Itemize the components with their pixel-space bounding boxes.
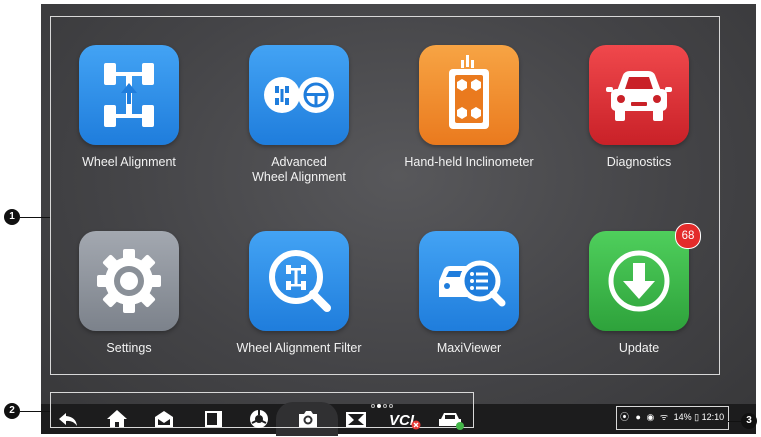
app-label-line-2: Wheel Alignment (252, 170, 346, 184)
alignment-filter-icon (249, 231, 349, 331)
vci-manager-icon[interactable] (151, 406, 177, 432)
app-wheel-alignment-filter[interactable]: Wheel Alignment Filter (224, 231, 374, 356)
app-label-line-1: Advanced (271, 155, 327, 169)
update-count-badge: 68 (675, 223, 701, 249)
wheel-alignment-icon (79, 45, 179, 145)
app-maxiviewer[interactable]: MaxiViewer (394, 231, 544, 356)
callout-2-leader (20, 411, 50, 412)
app-label: Diagnostics (606, 155, 672, 169)
page-indicator (370, 395, 394, 408)
inclinometer-icon (419, 45, 519, 145)
callout-1-leader (20, 217, 50, 218)
vci-icon[interactable]: VCI (388, 406, 422, 432)
app-hand-held-inclinometer[interactable]: Hand-held Inclinometer (394, 45, 544, 170)
page-dot[interactable] (383, 404, 387, 408)
callout-2: 2 (4, 403, 20, 419)
page-dot[interactable] (371, 404, 375, 408)
recent-apps-icon[interactable] (201, 406, 227, 432)
app-label: Wheel Alignment (82, 155, 176, 169)
callout-3-leader (728, 421, 741, 422)
app-label: Update (618, 341, 660, 355)
status-bar-outline (616, 406, 729, 430)
maxiviewer-icon (419, 231, 519, 331)
camera-icon[interactable] (295, 406, 321, 432)
app-wheel-alignment[interactable]: Wheel Alignment (54, 45, 204, 170)
advanced-wheel-alignment-icon (249, 45, 349, 145)
browser-icon[interactable] (246, 406, 272, 432)
app-update[interactable]: Update (564, 231, 714, 356)
app-diagnostics[interactable]: Diagnostics (564, 45, 714, 170)
app-label: Hand-held Inclinometer (404, 155, 534, 169)
gear-icon (79, 231, 179, 331)
screen-capture-icon[interactable] (343, 406, 369, 432)
callout-1: 1 (4, 209, 20, 225)
app-advanced-wheel-alignment[interactable]: Advanced Wheel Alignment (224, 45, 374, 185)
svg-text:VCI: VCI (389, 412, 415, 429)
download-icon (589, 231, 689, 331)
car-icon (589, 45, 689, 145)
app-label: Wheel Alignment Filter (236, 341, 362, 355)
page-dot-active[interactable] (377, 404, 381, 408)
app-label: MaxiViewer (436, 341, 502, 355)
home-icon[interactable] (104, 406, 130, 432)
back-icon[interactable] (55, 406, 81, 432)
app-settings[interactable]: Settings (54, 231, 204, 356)
callout-3: 3 (741, 413, 757, 429)
app-label: Settings (106, 341, 152, 355)
vehicle-status-icon[interactable] (436, 406, 466, 432)
